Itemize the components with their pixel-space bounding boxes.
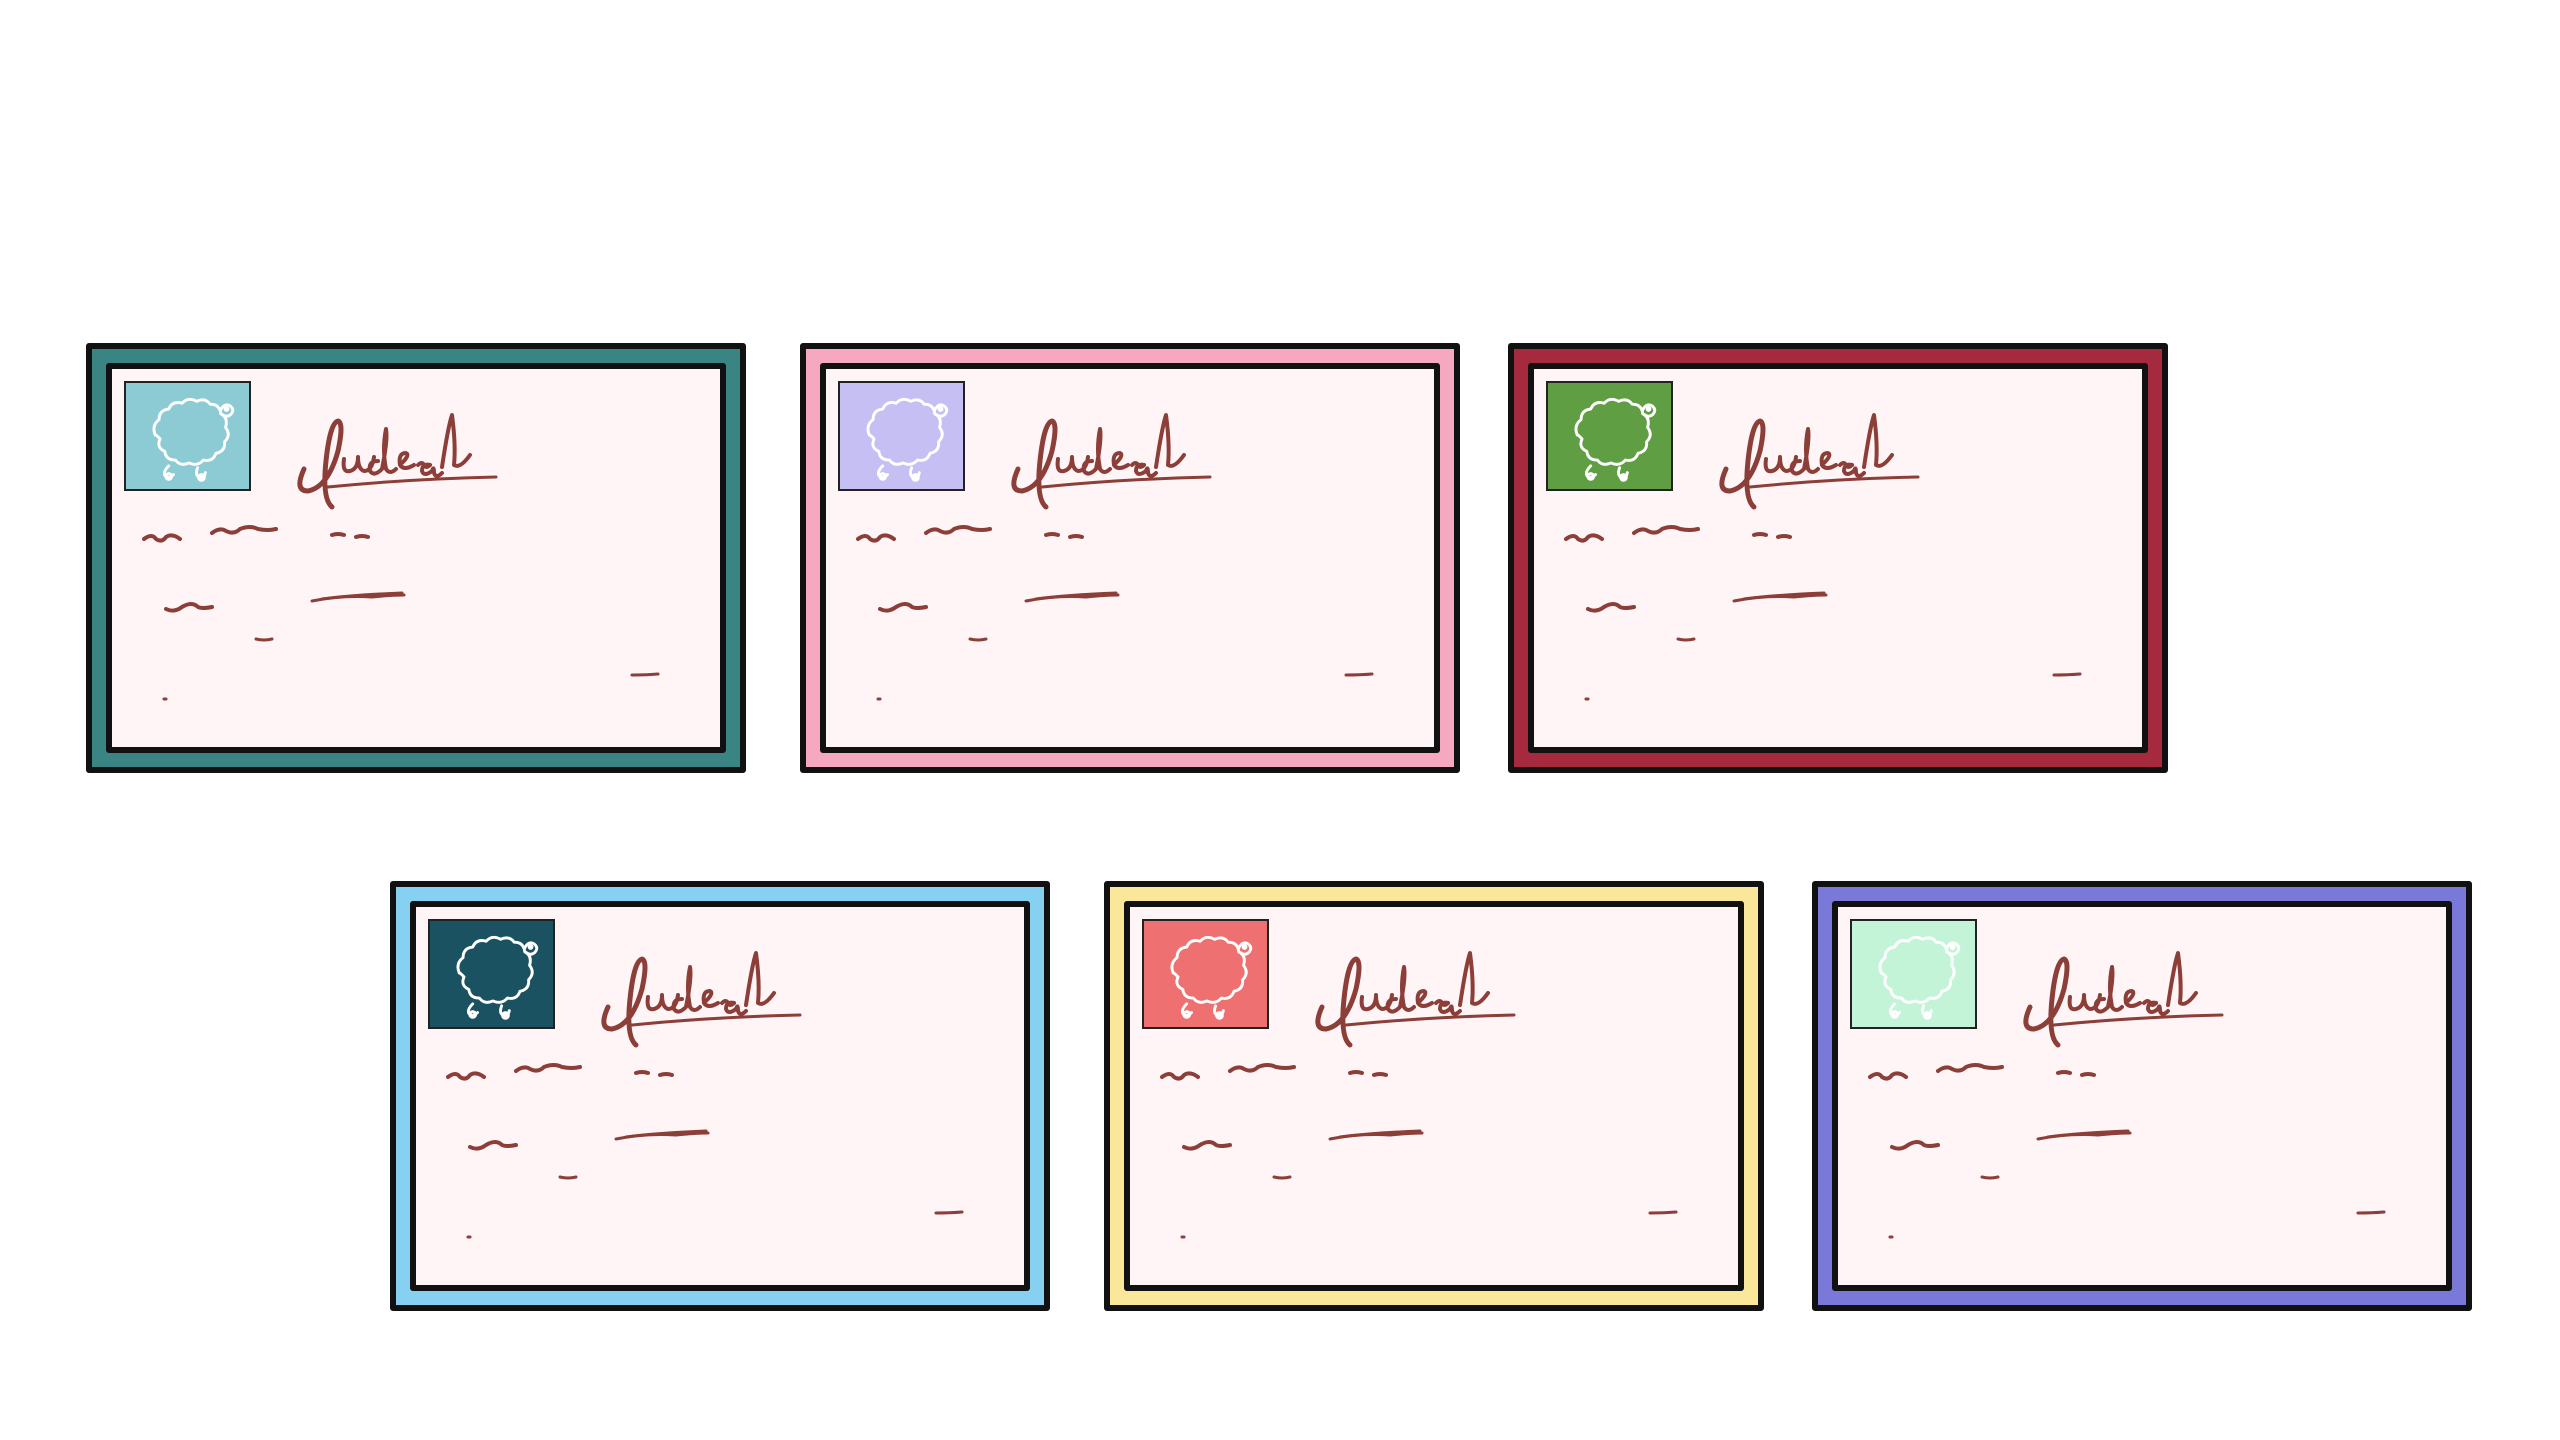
handwriting-scribble <box>856 413 1374 701</box>
id-card-face <box>1832 901 2452 1291</box>
id-card-face <box>1124 901 1744 1291</box>
id-card-1 <box>86 343 746 773</box>
handwriting-scribble <box>446 951 964 1239</box>
id-card-grid <box>0 0 2560 1440</box>
handwriting-scribble <box>1160 951 1678 1239</box>
id-card-face <box>410 901 1030 1291</box>
id-card-face <box>106 363 726 753</box>
id-card-2 <box>800 343 1460 773</box>
handwriting-scribble <box>1868 951 2386 1239</box>
id-card-6 <box>1812 881 2472 1311</box>
id-card-4 <box>390 881 1050 1311</box>
handwriting-scribble <box>142 413 660 701</box>
id-card-face <box>1528 363 2148 753</box>
id-card-face <box>820 363 1440 753</box>
handwriting-scribble <box>1564 413 2082 701</box>
id-card-3 <box>1508 343 2168 773</box>
id-card-5 <box>1104 881 1764 1311</box>
